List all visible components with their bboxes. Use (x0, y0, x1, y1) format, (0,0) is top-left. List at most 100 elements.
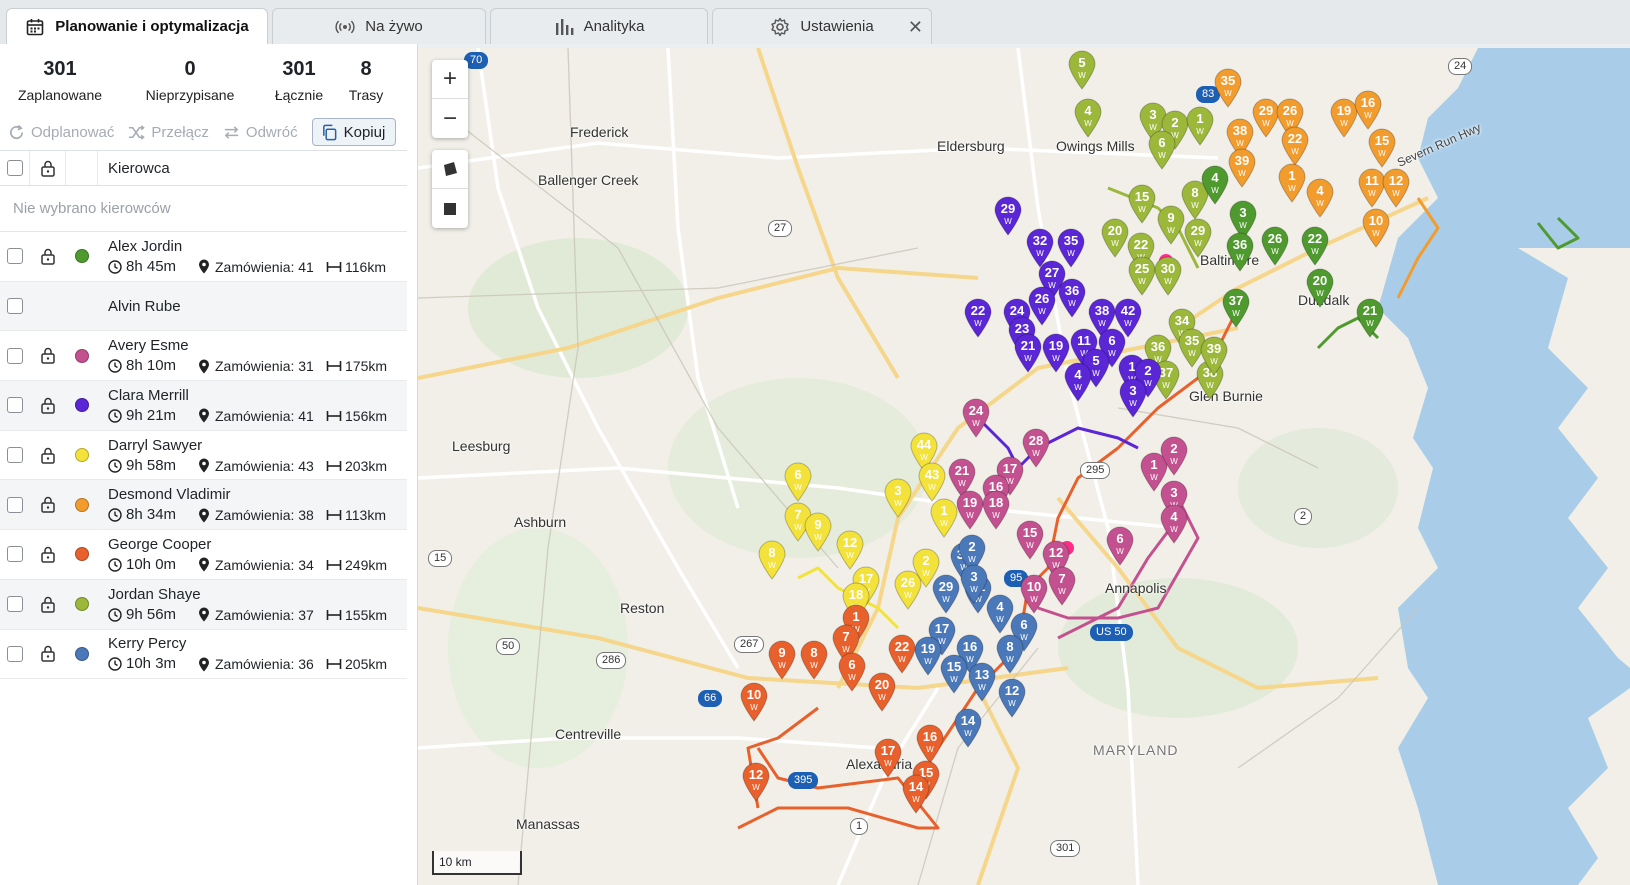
route-stop-pin[interactable]: 4W (1063, 362, 1093, 402)
route-color-dot[interactable] (75, 348, 89, 363)
lock-icon[interactable] (30, 397, 66, 414)
route-stop-pin[interactable]: 21 W (1355, 298, 1385, 338)
route-stop-pin[interactable]: 29 W (993, 196, 1023, 236)
route-stop-pin[interactable]: 24W (961, 398, 991, 438)
zoom-out-button[interactable]: − (432, 99, 468, 138)
route-stop-pin[interactable]: 36W (1057, 278, 1087, 318)
route-stop-pin[interactable]: 10 W (1019, 574, 1049, 614)
route-stop-pin[interactable]: 6W (1147, 130, 1177, 170)
route-stop-pin[interactable]: 3W (1118, 378, 1148, 418)
driver-row[interactable]: Alex Jordin 8h 45m Zamówienia: 41 116km (0, 232, 407, 282)
route-stop-pin[interactable]: 21 W (1013, 333, 1043, 373)
route-color-dot[interactable] (75, 398, 89, 413)
route-stop-pin[interactable]: 29 W (931, 574, 961, 614)
map-view[interactable]: Frederick Eldersburg Owings Mills Ballen… (418, 48, 1630, 885)
route-stop-pin[interactable]: 1W (929, 498, 959, 538)
route-stop-pin[interactable]: 4W (1200, 165, 1230, 205)
route-color-dot[interactable] (75, 597, 89, 612)
route-stop-pin[interactable]: 10 W (1361, 208, 1391, 248)
driver-row[interactable]: Clara Merrill 9h 21m Zamówienia: 41 156km (0, 381, 407, 431)
route-stop-pin[interactable]: 22W (1300, 226, 1330, 266)
route-stop-pin[interactable]: 6W (1105, 526, 1135, 566)
tab-live[interactable]: Na żywo (272, 8, 486, 44)
route-stop-pin[interactable]: 14 W (953, 708, 983, 748)
lock-icon[interactable] (30, 447, 66, 464)
route-color-dot[interactable] (75, 497, 89, 512)
route-color-dot[interactable] (75, 646, 89, 661)
route-stop-pin[interactable]: 22W (1280, 126, 1310, 166)
route-stop-pin[interactable]: 12 W (835, 530, 865, 570)
driver-row[interactable]: Desmond Vladimir 8h 34m Zamówienia: 38 113k… (0, 480, 407, 531)
draw-rectangle-button[interactable] (432, 189, 468, 228)
driver-row[interactable]: Darryl Sawyer 9h 58m Zamówienia: 43 203km (0, 431, 407, 481)
lock-icon[interactable] (30, 645, 66, 663)
route-color-dot[interactable] (75, 249, 89, 264)
lock-icon[interactable] (30, 248, 66, 265)
driver-checkbox[interactable] (7, 347, 23, 364)
route-stop-pin[interactable]: 9W (1156, 205, 1186, 245)
route-stop-pin[interactable]: 15W (1127, 184, 1157, 224)
route-stop-pin[interactable]: 35 W (1213, 68, 1243, 108)
route-stop-pin[interactable]: 2W (1159, 436, 1189, 476)
route-stop-pin[interactable]: 17W (873, 738, 903, 778)
route-stop-pin[interactable]: 4W (1073, 98, 1103, 138)
route-stop-pin[interactable]: 8W (995, 634, 1025, 674)
route-stop-pin[interactable]: 8W (799, 640, 829, 680)
driver-row[interactable]: Avery Esme 8h 10m Zamówienia: 31 175km (0, 331, 407, 382)
tab-settings[interactable]: Ustawienia ✕ (712, 8, 932, 44)
route-color-dot[interactable] (75, 448, 89, 463)
route-stop-pin[interactable]: 6W (837, 652, 867, 692)
driver-checkbox[interactable] (7, 645, 23, 662)
route-stop-pin[interactable]: 18W (981, 490, 1011, 530)
lock-icon[interactable] (30, 151, 66, 185)
route-stop-pin[interactable]: 13 W (967, 662, 997, 702)
route-stop-pin[interactable]: 22W (887, 634, 917, 674)
driver-row[interactable]: George Cooper 10h 0m Zamówienia: 34 249km (0, 530, 407, 580)
lock-icon[interactable] (30, 347, 66, 364)
route-stop-pin[interactable]: 36W (1225, 232, 1255, 272)
route-color-dot[interactable] (75, 547, 89, 562)
route-stop-pin[interactable]: 9W (767, 640, 797, 680)
route-stop-pin[interactable]: 29 W (1183, 218, 1213, 258)
route-stop-pin[interactable]: 15W (939, 654, 969, 694)
route-stop-pin[interactable]: 8W (757, 540, 787, 580)
lock-icon[interactable] (30, 496, 66, 514)
route-stop-pin[interactable]: 15W (1367, 128, 1397, 168)
tab-planning[interactable]: Planowanie i optymalizacja (6, 8, 268, 44)
driver-checkbox[interactable] (7, 447, 23, 464)
route-stop-pin[interactable]: 14 W (901, 774, 931, 814)
tab-analytics[interactable]: Analityka (490, 8, 708, 44)
route-stop-pin[interactable]: 37 W (1221, 288, 1251, 328)
switch-button[interactable]: Przełącz (128, 124, 209, 141)
route-stop-pin[interactable]: 1W (1277, 163, 1307, 203)
route-stop-pin[interactable]: 7W (1047, 566, 1077, 606)
route-stop-pin[interactable]: 16W (1353, 90, 1383, 130)
driver-row[interactable]: Kerry Percy 10h 3m Zamówienia: 36 205km (0, 630, 407, 680)
route-stop-pin[interactable]: 30 W (1153, 256, 1183, 296)
select-all-checkbox[interactable] (6, 160, 23, 176)
route-stop-pin[interactable]: 9W (803, 512, 833, 552)
route-stop-pin[interactable]: 4W (1305, 178, 1335, 218)
route-stop-pin[interactable]: 12 W (1381, 168, 1411, 208)
route-stop-pin[interactable]: 6W (783, 462, 813, 502)
driver-row[interactable]: Jordan Shaye 9h 56m Zamówienia: 37 155km (0, 579, 407, 630)
route-stop-pin[interactable]: 26 W (1260, 226, 1290, 266)
route-stop-pin[interactable]: 39 W (1227, 148, 1257, 188)
lock-icon[interactable] (30, 596, 66, 613)
copy-button[interactable]: Kopiuj (311, 118, 397, 146)
unplan-button[interactable]: Odplanować (8, 124, 114, 141)
route-stop-pin[interactable]: 1W (1185, 106, 1215, 146)
route-stop-pin[interactable]: 3W (883, 478, 913, 518)
route-stop-pin[interactable]: 28 W (1021, 428, 1051, 468)
draw-polygon-button[interactable] (432, 150, 468, 189)
route-stop-pin[interactable]: 20 W (1305, 268, 1335, 308)
close-icon[interactable]: ✕ (908, 17, 923, 38)
route-stop-pin[interactable]: 43 W (917, 462, 947, 502)
driver-checkbox[interactable] (7, 397, 23, 414)
route-stop-pin[interactable]: 10 W (739, 682, 769, 722)
route-stop-pin[interactable]: 12 W (741, 762, 771, 802)
driver-checkbox[interactable] (7, 496, 23, 513)
driver-checkbox[interactable] (7, 546, 23, 563)
zoom-in-button[interactable]: + (432, 60, 468, 99)
route-stop-pin[interactable]: 39 W (1199, 336, 1229, 376)
